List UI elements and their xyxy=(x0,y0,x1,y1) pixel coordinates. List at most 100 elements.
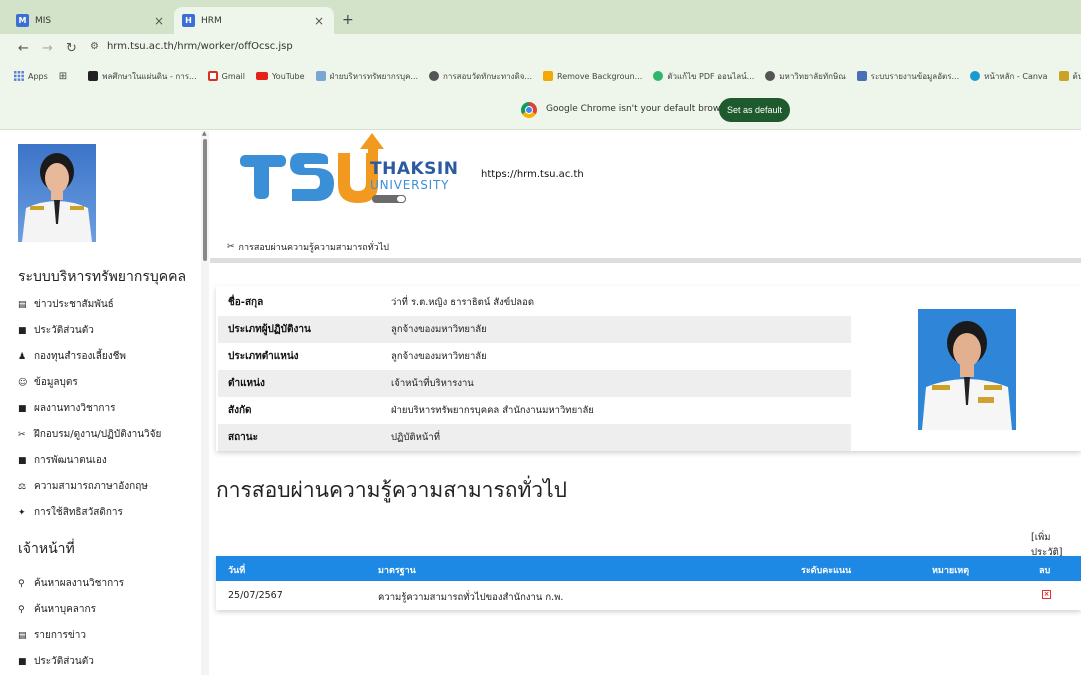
globe-icon xyxy=(765,71,776,81)
table-row: 25/07/2567 ความรู้ความสามารถทั่วไปของสำน… xyxy=(216,581,1081,608)
sidebar-item-label: ผลงานทางวิชาการ xyxy=(34,403,116,414)
bookmark-item[interactable]: พลศึกษาในแผ่นดิน - การ... xyxy=(88,70,197,83)
bookmark-label: Remove Backgroun... xyxy=(557,71,643,81)
sidebar-item-personal-history-2[interactable]: ■ ประวัติส่วนตัว xyxy=(18,654,94,669)
bookmark-item[interactable]: Gmail xyxy=(207,71,245,81)
sidebar-item-children[interactable]: ☺ ข้อมูลบุตร xyxy=(18,375,78,390)
bookmark-apps[interactable]: Apps xyxy=(14,71,48,81)
book-icon: ■ xyxy=(18,403,27,414)
info-key: ตำแหน่ง xyxy=(228,378,265,389)
info-key: ประเภทตำแหน่ง xyxy=(228,351,299,362)
info-value: ฝ่ายบริหารทรัพยากรบุคคล สำนักงานมหาวิทยา… xyxy=(391,405,594,416)
search-icon: ⚲ xyxy=(18,604,25,615)
bookmark-label: Gmail xyxy=(221,71,245,81)
sidebar-item-label: ข้อมูลบุตร xyxy=(34,377,78,388)
gazette-icon xyxy=(1058,71,1069,81)
bookmark-item[interactable]: Remove Backgroun... xyxy=(543,71,642,81)
bookmarks-bar: Apps ⊞ พลศึกษาในแผ่นดิน - การ... Gmail Y… xyxy=(0,64,1081,88)
k-icon xyxy=(88,71,99,81)
search-icon: ⚲ xyxy=(18,578,25,589)
sidebar-item-label: รายการข่าว xyxy=(34,630,86,641)
logo-thaksin-text: THAKSIN xyxy=(370,159,459,179)
table-header: วันที่ มาตรฐาน ระดับคะแนน หมายเหตุ ลบ xyxy=(216,556,1081,581)
sidebar-item-personal-history[interactable]: ■ ประวัติส่วนตัว xyxy=(18,323,94,338)
close-tab-icon[interactable]: × xyxy=(154,14,164,28)
bookmark-item[interactable]: ต้นทางการกิจจานุเบกษา xyxy=(1058,70,1081,83)
breadcrumb-label: การสอบผ่านความรู้ความสามารถทั่วไป xyxy=(238,243,389,253)
sidebar-item-label: ความสามารถภาษาอังกฤษ xyxy=(34,481,148,492)
back-icon[interactable]: ← xyxy=(18,41,29,56)
address-url: hrm.tsu.ac.th/hrm/worker/offOcsc.jsp xyxy=(106,41,293,52)
browser-tab-bar: M MIS × H HRM × + xyxy=(0,0,1081,34)
bookmark-item[interactable]: YouTube xyxy=(255,71,305,81)
close-tab-icon[interactable]: × xyxy=(314,14,324,28)
bookmark-item[interactable]: ตัวแก้ไข PDF ออนไลน์... xyxy=(653,70,754,83)
bookmark-item[interactable]: การสอบวัดทักษะทางดิจ... xyxy=(429,70,532,83)
default-browser-infobar xyxy=(0,88,1081,130)
logo-university-text: UNIVERSITY xyxy=(370,178,450,192)
column-header-delete: ลบ xyxy=(1039,566,1051,576)
tools-icon: ✂ xyxy=(18,429,26,440)
sidebar-item-label: กองทุนสำรองเลี้ยงชีพ xyxy=(34,351,127,362)
chrome-logo-icon xyxy=(521,102,537,118)
sidebar-item-academic-works[interactable]: ■ ผลงานทางวิชาการ xyxy=(18,401,115,416)
bookmark-item[interactable]: ระบบรายงานข้อมูลอัตร... xyxy=(856,70,959,83)
sidebar-item-label: การใช้สิทธิสวัสดิการ xyxy=(34,507,123,518)
bookmark-label: Apps xyxy=(28,71,48,81)
info-key: ประเภทผู้ปฏิบัติงาน xyxy=(228,324,311,335)
book-icon: ■ xyxy=(18,325,27,336)
info-row-worker-type: ประเภทผู้ปฏิบัติงาน ลูกจ้างของมหาวิทยาลั… xyxy=(218,316,851,343)
sidebar-item-search-personnel[interactable]: ⚲ ค้นหาบุคลากร xyxy=(18,602,96,617)
star-icon: ✦ xyxy=(18,507,26,518)
scroll-up-icon[interactable]: ▲ xyxy=(202,130,207,137)
set-as-default-button[interactable]: Set as default xyxy=(719,98,790,122)
sidebar: ระบบบริหารทรัพยากรบุคคล ▤ ข่าวประชาสัมพัน… xyxy=(0,131,200,675)
sidebar-item-news[interactable]: ▤ ข่าวประชาสัมพันธ์ xyxy=(18,297,114,312)
grid-icon: ⊞ xyxy=(58,70,68,82)
employee-photo xyxy=(918,309,1016,430)
bookmark-label: YouTube xyxy=(271,71,305,81)
tab-hrm[interactable]: H HRM × xyxy=(174,7,334,34)
sidebar-item-label: ประวัติส่วนตัว xyxy=(34,656,94,667)
forward-icon[interactable]: → xyxy=(42,41,53,56)
mis-favicon-icon: M xyxy=(16,14,29,27)
sidebar-item-news-list[interactable]: ▤ รายการข่าว xyxy=(18,628,86,643)
sidebar-item-label: การพัฒนาตนเอง xyxy=(34,455,107,466)
sidebar-item-label: ค้นหาผลงานวิชาการ xyxy=(34,578,125,589)
bookmark-label: หน้าหลัก - Canva xyxy=(984,71,1048,81)
bookmark-label: การสอบวัดทักษะทางดิจ... xyxy=(443,71,533,81)
info-value: ลูกจ้างของมหาวิทยาลัย xyxy=(391,351,487,362)
logo-bar-knob xyxy=(396,195,406,203)
bookmark-item[interactable]: ฝ่ายบริหารทรัพยากรบุค... xyxy=(315,70,418,83)
sidebar-item-welfare[interactable]: ✦ การใช้สิทธิสวัสดิการ xyxy=(18,505,123,520)
sidebar-item-label: ประวัติส่วนตัว xyxy=(34,325,94,336)
sidebar-item-training[interactable]: ✂ ฝึกอบรม/ดูงาน/ปฏิบัติงานวิจัย xyxy=(18,427,161,442)
column-header-date: วันที่ xyxy=(228,566,246,576)
sidebar-item-search-academic[interactable]: ⚲ ค้นหาผลงานวิชาการ xyxy=(18,576,124,591)
hrm-favicon-icon: H xyxy=(182,14,195,27)
child-icon: ☺ xyxy=(18,377,28,388)
sidebar-item-provident-fund[interactable]: ♟ กองทุนสำรองเลี้ยงชีพ xyxy=(18,349,126,364)
column-header-standard: มาตรฐาน xyxy=(378,566,416,576)
scrollbar-thumb[interactable] xyxy=(203,139,207,261)
header-divider xyxy=(210,258,1081,263)
reload-icon[interactable]: ↻ xyxy=(66,41,77,56)
new-tab-button[interactable]: + xyxy=(342,12,354,28)
tab-hrm-label: HRM xyxy=(201,15,222,26)
sidebar-item-english-ability[interactable]: ⚖ ความสามารถภาษาอังกฤษ xyxy=(18,479,148,494)
employee-info-card: ชื่อ-สกุล ว่าที่ ร.ต.หญิง ธาราธิตน์ สังข… xyxy=(216,286,1081,451)
info-row-position: ตำแหน่ง เจ้าหน้าที่บริหารงาน xyxy=(218,370,851,397)
bookmark-item[interactable]: มหาวิทยาลัยทักษิณ xyxy=(765,70,846,83)
delete-row-icon[interactable]: × xyxy=(1042,590,1051,599)
officer-section-title: เจ้าหน้าที่ xyxy=(18,541,75,557)
profile-photo xyxy=(18,144,96,242)
tsu-icon xyxy=(315,71,326,81)
sidebar-item-self-development[interactable]: ■ การพัฒนาตนเอง xyxy=(18,453,107,468)
default-browser-message: Google Chrome isn't your default browser xyxy=(546,104,735,114)
book-icon: ■ xyxy=(18,656,27,667)
site-settings-icon[interactable]: ⚙ xyxy=(90,41,99,52)
tab-mis[interactable]: M MIS × xyxy=(8,7,174,34)
address-bar[interactable]: ⚙ hrm.tsu.ac.th/hrm/worker/offOcsc.jsp xyxy=(90,41,293,52)
bookmark-item[interactable]: หน้าหลัก - Canva xyxy=(970,70,1048,83)
all-bookmarks-button[interactable]: ⊞ xyxy=(59,71,67,82)
